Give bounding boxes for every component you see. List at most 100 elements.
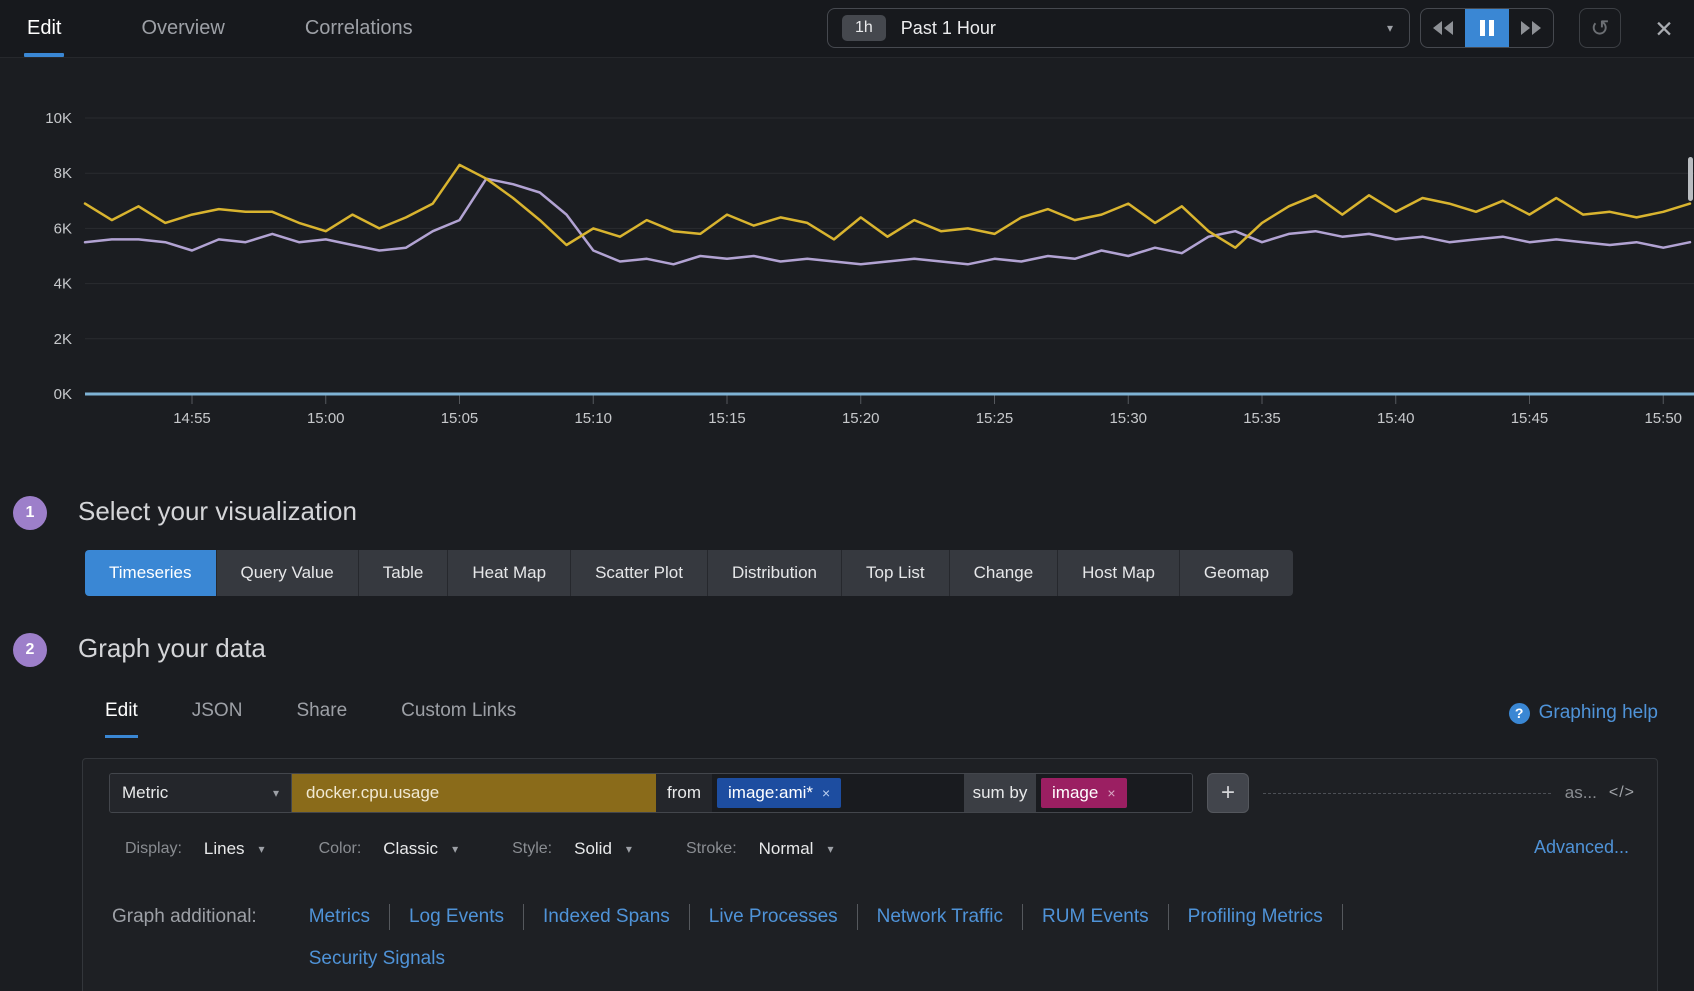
rewind-icon — [1432, 21, 1454, 35]
fast-forward-button[interactable] — [1509, 9, 1553, 47]
as-button[interactable]: as... — [1565, 783, 1597, 803]
time-range-label: Past 1 Hour — [901, 18, 996, 39]
link-rum-events[interactable]: RUM Events — [1042, 903, 1149, 931]
step-2-badge: 2 — [13, 633, 47, 667]
link-separator — [389, 904, 390, 930]
editor-tab-json[interactable]: JSON — [192, 700, 243, 738]
link-separator — [1022, 904, 1023, 930]
fast-forward-icon — [1520, 21, 1542, 35]
link-profiling-metrics[interactable]: Profiling Metrics — [1188, 903, 1323, 931]
viz-option-table[interactable]: Table — [359, 550, 449, 596]
viz-option-heat-map[interactable]: Heat Map — [448, 550, 571, 596]
graph-data-heading: Graph your data — [78, 631, 266, 665]
add-query-button[interactable]: + — [1207, 773, 1249, 813]
editor-tab-custom-links[interactable]: Custom Links — [401, 700, 516, 738]
graph-editor: Edit Overview Correlations 1h Past 1 Hour … — [0, 0, 1694, 991]
svg-text:0K: 0K — [54, 386, 72, 403]
link-indexed-spans[interactable]: Indexed Spans — [543, 903, 670, 931]
svg-text:15:25: 15:25 — [976, 410, 1014, 427]
viz-option-top-list[interactable]: Top List — [842, 550, 950, 596]
group-by-tag[interactable]: image × — [1041, 778, 1127, 808]
source-selector-value: Metric — [122, 783, 168, 803]
query-connector-line — [1263, 793, 1551, 794]
graph-additional-label: Graph additional: — [112, 903, 257, 931]
chevron-down-icon: ▾ — [626, 842, 632, 856]
link-separator — [1342, 904, 1343, 930]
editor-tab-edit[interactable]: Edit — [105, 700, 138, 738]
display-option-display[interactable]: Display:Lines▾ — [125, 839, 265, 859]
chevron-down-icon: ▾ — [1387, 21, 1393, 35]
rewind-button[interactable] — [1421, 9, 1465, 47]
svg-text:15:50: 15:50 — [1644, 410, 1682, 427]
remove-group-icon[interactable]: × — [1107, 785, 1115, 801]
step-1-badge: 1 — [13, 496, 47, 530]
link-log-events[interactable]: Log Events — [409, 903, 504, 931]
link-security-signals[interactable]: Security Signals — [309, 945, 445, 973]
from-label: from — [656, 774, 712, 812]
svg-text:10K: 10K — [45, 110, 72, 127]
link-metrics[interactable]: Metrics — [309, 903, 370, 931]
svg-text:15:10: 15:10 — [574, 410, 612, 427]
viz-option-scatter-plot[interactable]: Scatter Plot — [571, 550, 708, 596]
chevron-down-icon: ▾ — [273, 786, 279, 800]
scrollbar-thumb[interactable] — [1688, 157, 1693, 201]
plus-icon: + — [1221, 781, 1235, 805]
link-row: Metrics Log Events Indexed Spans Live Proce… — [309, 903, 1362, 931]
option-label: Color: — [319, 840, 362, 858]
metric-value: docker.cpu.usage — [306, 783, 439, 803]
graphing-help-link[interactable]: ? Graphing help — [1509, 702, 1658, 724]
tab-overview[interactable]: Overview — [141, 0, 224, 58]
topbar: Edit Overview Correlations 1h Past 1 Hour … — [0, 0, 1694, 58]
playback-controls — [1420, 8, 1554, 48]
refresh-button[interactable]: ↺ — [1579, 8, 1621, 48]
viz-option-change[interactable]: Change — [950, 550, 1059, 596]
timeseries-chart[interactable]: 0K2K4K6K8K10K14:5515:0015:0515:1015:1515… — [0, 58, 1694, 438]
graph-additional-links: Metrics Log Events Indexed Spans Live Proce… — [309, 903, 1362, 987]
group-by-tag-label: image — [1052, 783, 1098, 803]
viz-option-geomap[interactable]: Geomap — [1180, 550, 1293, 596]
pause-icon — [1480, 20, 1494, 36]
query-strip: Metric ▾ docker.cpu.usage from image:ami… — [109, 773, 1193, 813]
chevron-down-icon: ▾ — [259, 842, 265, 856]
filter-tag[interactable]: image:ami* × — [717, 778, 841, 808]
svg-text:6K: 6K — [54, 220, 72, 237]
filter-input[interactable]: image:ami* × — [712, 774, 964, 812]
pause-button[interactable] — [1465, 9, 1509, 47]
svg-text:4K: 4K — [54, 276, 72, 293]
remove-filter-icon[interactable]: × — [822, 785, 830, 801]
viz-option-distribution[interactable]: Distribution — [708, 550, 842, 596]
link-row: Security Signals — [309, 945, 1362, 973]
option-label: Style: — [512, 840, 552, 858]
visualization-heading: Select your visualization — [78, 494, 357, 528]
time-range-select[interactable]: 1h Past 1 Hour ▾ — [827, 8, 1410, 48]
viz-option-query-value[interactable]: Query Value — [217, 550, 359, 596]
close-button[interactable]: ✕ — [1644, 14, 1684, 44]
tab-correlations[interactable]: Correlations — [305, 0, 413, 58]
source-selector[interactable]: Metric ▾ — [110, 774, 292, 812]
link-network-traffic[interactable]: Network Traffic — [877, 903, 1003, 931]
viz-option-timeseries[interactable]: Timeseries — [85, 550, 217, 596]
link-separator — [857, 904, 858, 930]
chevron-down-icon: ▾ — [827, 842, 833, 856]
svg-text:15:00: 15:00 — [307, 410, 345, 427]
display-option-style[interactable]: Style: Solid ▾ — [512, 839, 632, 859]
tab-edit[interactable]: Edit — [27, 0, 61, 58]
link-live-processes[interactable]: Live Processes — [709, 903, 838, 931]
group-by-input[interactable]: image × — [1036, 774, 1192, 812]
option-value: Normal — [759, 839, 814, 859]
link-separator — [1168, 904, 1169, 930]
refresh-icon: ↺ — [1590, 15, 1609, 42]
metric-input[interactable]: docker.cpu.usage — [292, 774, 656, 812]
graph-additional-row: Graph additional: Metrics Log Events Index… — [112, 903, 1597, 987]
option-value: Solid — [574, 839, 612, 859]
code-toggle-icon[interactable]: </> — [1609, 784, 1635, 802]
viz-option-host-map[interactable]: Host Map — [1058, 550, 1180, 596]
display-option-color[interactable]: Color:Classic▾ — [319, 839, 459, 859]
svg-text:15:05: 15:05 — [441, 410, 479, 427]
editor-tab-share[interactable]: Share — [296, 700, 347, 738]
advanced-link[interactable]: Advanced... — [1534, 837, 1629, 858]
sum-by-label: sum by — [964, 774, 1036, 812]
editor-tab-bar: Edit JSON Share Custom Links — [105, 700, 570, 738]
option-value: Lines — [204, 839, 245, 859]
display-option-stroke[interactable]: Stroke:Normal▾ — [686, 839, 834, 859]
